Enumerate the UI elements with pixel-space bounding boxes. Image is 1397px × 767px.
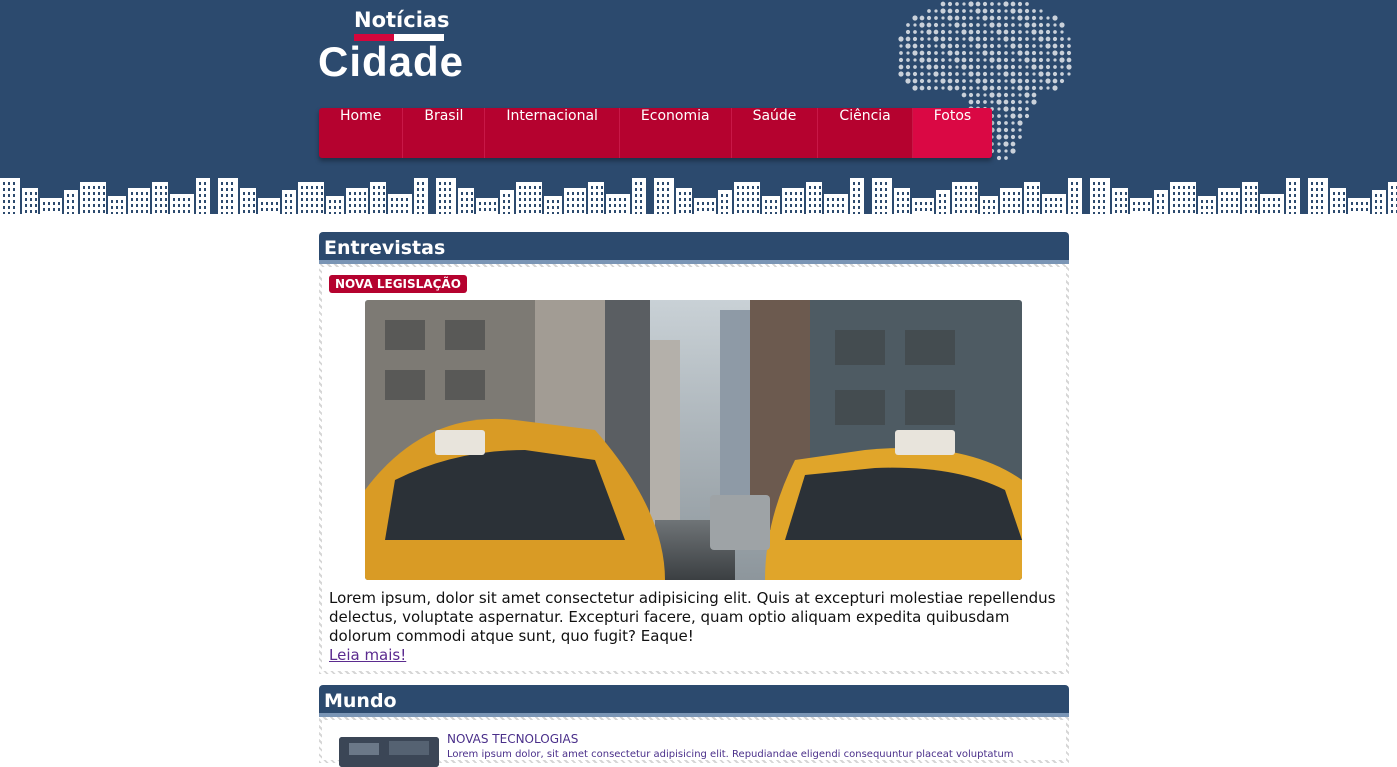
section-title: Entrevistas	[319, 232, 1069, 264]
city-skyline-graphic	[0, 178, 1397, 216]
section-title: Mundo	[319, 685, 1069, 717]
nav-item-brasil[interactable]: Brasil	[403, 108, 486, 158]
nav-item-fotos[interactable]: Fotos	[912, 108, 993, 158]
logo-small-text: Notícias	[354, 8, 450, 32]
site-logo[interactable]: Notícias Cidade	[318, 8, 478, 88]
entrevistas-section: Entrevistas NOVA LEGISLAÇÃO Lorem ipsum,…	[319, 232, 1069, 674]
nav-item-economia[interactable]: Economia	[620, 108, 732, 158]
nav-item-internacional[interactable]: Internacional	[485, 108, 620, 158]
nav-item-saude[interactable]: Saúde	[732, 108, 819, 158]
article-text: Lorem ipsum, dolor sit amet consectetur …	[329, 589, 1056, 645]
nav-item-ciencia[interactable]: Ciência	[818, 108, 913, 158]
main-nav: Home Brasil Internacional Economia Saúde…	[319, 108, 993, 158]
article-excerpt: Lorem ipsum dolor, sit amet consectetur …	[447, 749, 1014, 760]
city-taxi-photo[interactable]	[365, 300, 1022, 580]
nav-item-home[interactable]: Home	[319, 108, 404, 158]
entrevistas-body: NOVA LEGISLAÇÃO Lorem ipsum, dolor sit a…	[319, 264, 1069, 674]
list-item[interactable]: NOVAS TECNOLOGIAS Lorem ipsum dolor, sit…	[322, 720, 1066, 767]
logo-big-text: Cidade	[318, 38, 465, 85]
read-more-link[interactable]: Leia mais!	[329, 646, 1066, 665]
mundo-body: NOVAS TECNOLOGIAS Lorem ipsum dolor, sit…	[319, 717, 1069, 767]
site-header: Notícias Cidade Home Brasil Internaciona…	[0, 0, 1397, 216]
mundo-section: Mundo NOVAS TECNOLOGIAS Lorem ipsum dolo…	[319, 685, 1069, 767]
category-badge[interactable]: NOVA LEGISLAÇÃO	[329, 275, 467, 293]
article-thumbnail[interactable]	[339, 737, 439, 767]
article-title[interactable]: NOVAS TECNOLOGIAS	[447, 732, 578, 746]
